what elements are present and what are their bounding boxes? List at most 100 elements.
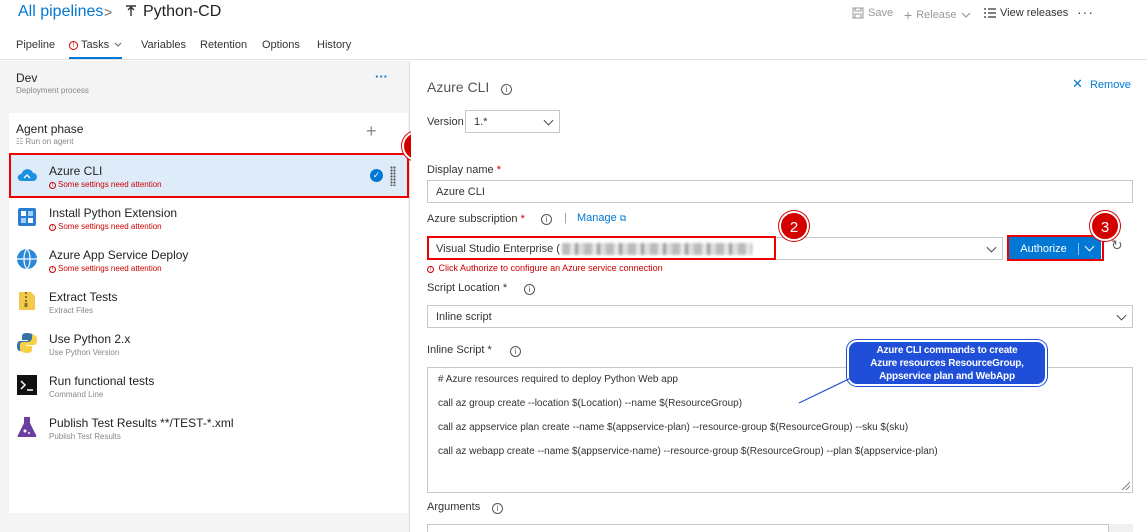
authorize-label: Authorize [1009, 242, 1079, 255]
task-name: Extract Tests [49, 290, 118, 304]
chevron-down-icon [986, 242, 997, 253]
external-link-icon: ⧉ [619, 213, 627, 223]
top-bar: All pipelines > Python-CD Save + Release… [0, 0, 1147, 30]
remove-label: Remove [1089, 79, 1131, 91]
stage-more-icon[interactable]: ··· [375, 69, 388, 84]
arguments-input[interactable] [427, 524, 1109, 532]
server-icon: ☷ [16, 137, 24, 146]
arguments-label: Arguments [427, 501, 481, 513]
azure-cloud-icon [17, 169, 37, 181]
manage-link[interactable]: Manage ⧉ [577, 212, 626, 224]
view-releases-label: View releases [1000, 7, 1069, 19]
chevron-down-icon[interactable] [1084, 241, 1095, 252]
agent-phase-subtitle: ☷ Run on agent [16, 137, 74, 146]
script-location-label: Script Location * [427, 282, 508, 294]
subscription-error: ! Click Authorize to configure an Azure … [427, 263, 663, 273]
resize-handle-icon[interactable] [1122, 482, 1130, 490]
drag-handle-icon[interactable] [390, 166, 396, 186]
task-subtitle: Extract Files [49, 306, 94, 315]
pipeline-title: Python-CD [143, 3, 222, 20]
chevron-down-icon [114, 42, 122, 47]
warning-icon: ! [69, 41, 78, 50]
chevron-down-icon [543, 115, 554, 126]
task-azure-cli[interactable]: Azure CLI ! Some settings need attention … [9, 155, 408, 197]
task-heading: Azure CLI i [427, 79, 513, 95]
close-icon: ✕ [1072, 76, 1083, 91]
release-label: Release [916, 9, 957, 21]
task-use-python[interactable]: Use Python 2.x Use Python Version [9, 323, 408, 365]
tab-retention[interactable]: Retention [200, 39, 247, 51]
task-name: Use Python 2.x [49, 332, 131, 346]
tab-pipeline[interactable]: Pipeline [16, 39, 55, 51]
script-location-select[interactable]: Inline script [427, 305, 1133, 328]
chevron-down-icon [961, 12, 970, 18]
script-line: call az webapp create --name $(appservic… [438, 446, 938, 457]
save-button[interactable]: Save [852, 7, 893, 19]
inline-script-label: Inline Script * [427, 344, 492, 356]
stage-title[interactable]: Dev [16, 71, 37, 85]
callout-pointer [798, 376, 854, 404]
info-icon[interactable]: i [492, 503, 503, 514]
authorize-button[interactable]: Authorize [1009, 237, 1101, 260]
info-icon[interactable]: i [541, 214, 552, 225]
chevron-down-icon [1116, 310, 1127, 321]
tab-bar: Pipeline ! Tasks Variables Retention Opti… [0, 30, 1147, 60]
task-name: Run functional tests [49, 374, 155, 388]
zip-icon [19, 292, 35, 310]
tab-history[interactable]: History [317, 39, 351, 51]
info-icon[interactable]: i [501, 84, 513, 95]
version-label: Version [427, 116, 464, 128]
view-releases-button[interactable]: View releases [984, 7, 1068, 19]
azure-subscription-select[interactable]: Visual Studio Enterprise ( [427, 237, 1003, 260]
task-details-panel: Azure CLI i ✕ Remove Version 1.* Display… [411, 61, 1147, 532]
script-line: # Azure resources required to deploy Pyt… [438, 374, 678, 385]
tasks-panel: Dev Deployment process ··· Agent phase ☷… [0, 61, 410, 532]
display-name-input[interactable]: Azure CLI [427, 180, 1133, 203]
more-actions-icon[interactable]: ··· [1077, 4, 1094, 20]
plus-icon: + [904, 7, 913, 23]
info-icon[interactable]: i [524, 284, 535, 295]
task-name: Azure CLI [49, 164, 103, 178]
display-name-label: Display name * [427, 164, 501, 176]
save-icon [852, 7, 864, 19]
task-run-functional-tests[interactable]: Run functional tests Command Line [9, 365, 408, 407]
remove-button[interactable]: ✕ Remove [1072, 76, 1131, 92]
release-button[interactable]: + Release [904, 7, 971, 23]
breadcrumb-all-pipelines[interactable]: All pipelines [18, 3, 103, 21]
tab-variables[interactable]: Variables [141, 39, 186, 51]
tab-tasks-label: Tasks [81, 39, 110, 51]
save-label: Save [868, 7, 894, 19]
flask-icon [17, 417, 37, 437]
extension-icon [18, 208, 36, 226]
check-icon[interactable]: ✓ [370, 169, 383, 182]
refresh-icon[interactable]: ↻ [1111, 237, 1123, 254]
python-icon [17, 333, 37, 353]
script-line: call az group create --location $(Locati… [438, 398, 743, 409]
task-warning: ! Some settings need attention [49, 180, 162, 189]
terminal-icon [17, 375, 37, 395]
list-icon [984, 8, 996, 18]
task-install-python-extension[interactable]: Install Python Extension ! Some settings … [9, 197, 408, 239]
agent-phase-card: Agent phase ☷ Run on agent + Azure CLI !… [9, 113, 408, 513]
task-name: Publish Test Results **/TEST-*.xml [49, 416, 234, 430]
stage-subtitle: Deployment process [16, 86, 89, 95]
arguments-expand-button[interactable] [1109, 524, 1133, 532]
annotation-badge-2: 2 [779, 211, 809, 241]
annotation-badge-3: 3 [1090, 211, 1120, 241]
tab-tasks[interactable]: ! Tasks [69, 39, 123, 59]
version-select[interactable]: 1.* [465, 110, 560, 133]
task-subtitle: Use Python Version [49, 348, 120, 357]
add-task-icon[interactable]: + [366, 121, 377, 142]
task-name: Install Python Extension [49, 206, 178, 220]
task-warning: ! Some settings need attention [49, 264, 162, 273]
tab-options[interactable]: Options [262, 39, 300, 51]
task-azure-app-service-deploy[interactable]: Azure App Service Deploy ! Some settings … [9, 239, 408, 281]
task-extract-tests[interactable]: Extract Tests Extract Files [9, 281, 408, 323]
task-subtitle: Publish Test Results [49, 432, 121, 441]
task-publish-test-results[interactable]: Publish Test Results **/TEST-*.xml Publi… [9, 407, 408, 449]
agent-phase-title[interactable]: Agent phase [16, 122, 83, 136]
info-icon[interactable]: i [510, 346, 521, 357]
task-warning: ! Some settings need attention [49, 222, 162, 231]
azure-subscription-label: Azure subscription * [427, 213, 525, 225]
globe-icon [17, 248, 37, 270]
